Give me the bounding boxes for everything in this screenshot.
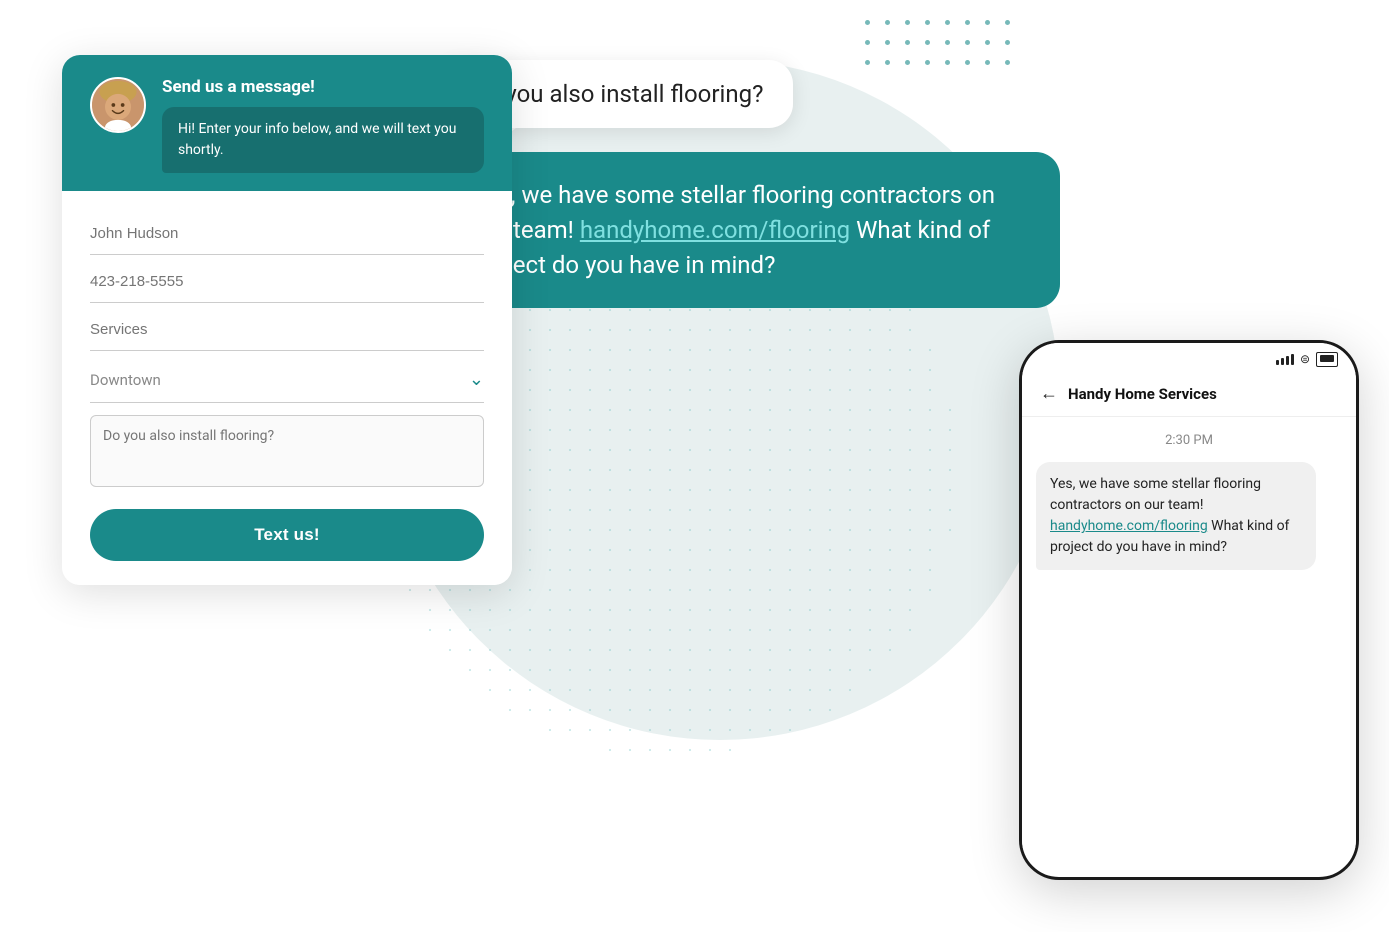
chat-widget-body: Downtown ⌄ Text us! (62, 191, 512, 585)
chat-header-content: Send us a message! Hi! Enter your info b… (162, 77, 484, 173)
answer-link[interactable]: handyhome.com/flooring (580, 216, 850, 244)
phone-timestamp: 2:30 PM (1036, 433, 1342, 448)
chat-answer-bubble: Yes, we have some stellar flooring contr… (440, 152, 1060, 308)
phone-message-bubble: Yes, we have some stellar flooring contr… (1036, 462, 1316, 570)
phone-message-before: Yes, we have some stellar flooring contr… (1050, 476, 1261, 513)
chat-widget: Send us a message! Hi! Enter your info b… (62, 55, 512, 585)
phone-status-bar: ⊜ (1022, 343, 1356, 375)
phone-input[interactable] (90, 261, 484, 303)
name-field-wrapper (90, 213, 484, 259)
avatar (90, 77, 146, 133)
phone-message-link[interactable]: handyhome.com/flooring (1050, 518, 1208, 534)
services-input[interactable] (90, 309, 484, 351)
chat-widget-header: Send us a message! Hi! Enter your info b… (62, 55, 512, 191)
phone-mockup: ⊜ ← Handy Home Services 2:30 PM Yes, we … (1019, 340, 1359, 880)
phone-header: ← Handy Home Services (1022, 375, 1356, 417)
submit-button[interactable]: Text us! (90, 509, 484, 561)
chat-intro-bubble: Hi! Enter your info below, and we will t… (162, 107, 484, 173)
phone-field-wrapper (90, 261, 484, 307)
wifi-icon: ⊜ (1300, 352, 1310, 366)
chat-header-title: Send us a message! (162, 77, 484, 97)
phone-contact-name: Handy Home Services (1068, 385, 1217, 403)
center-chat-area: Do you also install flooring? Yes, we ha… (440, 60, 1080, 308)
phone-body: 2:30 PM Yes, we have some stellar floori… (1022, 417, 1356, 851)
location-label: Downtown (90, 371, 161, 389)
name-input[interactable] (90, 213, 484, 255)
back-arrow-icon[interactable]: ← (1040, 383, 1058, 404)
chevron-down-icon: ⌄ (469, 369, 484, 390)
signal-icon (1276, 354, 1294, 365)
location-select-wrapper[interactable]: Downtown ⌄ (90, 357, 484, 403)
battery-icon (1316, 352, 1338, 367)
scene: Send us a message! Hi! Enter your info b… (0, 0, 1389, 932)
message-textarea[interactable] (90, 415, 484, 487)
services-field-wrapper (90, 309, 484, 355)
